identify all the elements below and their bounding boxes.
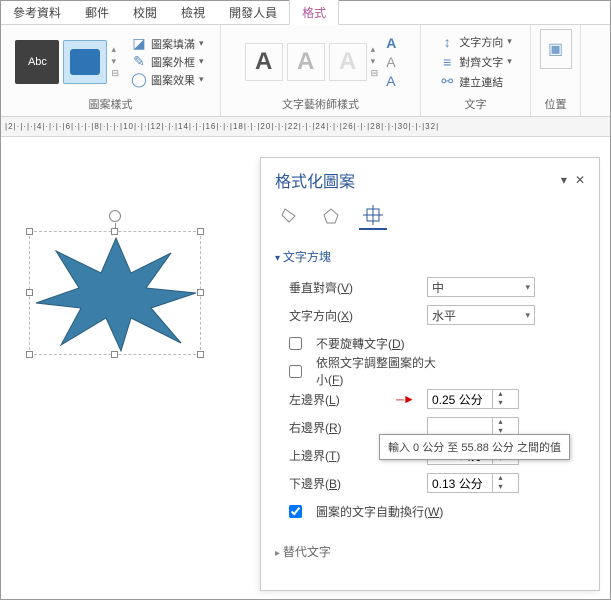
bottom-margin-input[interactable]	[428, 476, 492, 490]
text-effects-icon[interactable]: A	[386, 73, 396, 89]
group-label-wordart: 文字藝術師樣式	[282, 94, 359, 114]
effects-icon: ◯	[131, 72, 147, 88]
no-rotate-label: 不要旋轉文字(D)	[316, 335, 446, 352]
group-shape-styles: Abc ▴▾⊟ ◪圖案填滿▾ ✎圖案外框▾ ◯圖案效果▾ 圖案樣式	[1, 25, 221, 116]
group-label-position: 位置	[545, 94, 567, 114]
pane-close-button[interactable]: ✕	[575, 173, 585, 187]
pane-title: 格式化圖案	[275, 168, 355, 192]
ribbon-tabs: 參考資料 郵件 校閱 檢視 開發人員 格式	[1, 1, 610, 25]
wrap-text-label: 圖案的文字自動換行(W)	[316, 503, 446, 520]
pane-tab-layout[interactable]	[359, 202, 387, 230]
pane-menu-button[interactable]: ▾	[561, 173, 567, 187]
pencil-icon: ✎	[131, 54, 147, 70]
right-margin-label: 右邊界(R)	[289, 419, 419, 436]
size-icon	[363, 205, 383, 225]
chevron-down-icon: ▾	[199, 38, 204, 49]
annotation-arrow-icon: ····►	[395, 392, 413, 406]
wrap-text-checkbox[interactable]	[289, 505, 302, 518]
right-margin-input[interactable]	[428, 420, 492, 434]
text-direction-icon: ↕	[439, 34, 455, 50]
tab-review[interactable]: 校閱	[121, 0, 169, 24]
document-canvas[interactable]: 格式化圖案 ▾ ✕ 文字方塊 垂直對齊(V) 中▾ 文字方向(X) 水平▾	[1, 137, 610, 599]
group-label-shape-styles: 圖案樣式	[89, 94, 133, 114]
section-textbox[interactable]: 文字方塊	[275, 244, 585, 269]
create-link-button[interactable]: ⚯建立連結	[437, 73, 505, 91]
spin-down[interactable]: ▾	[493, 483, 508, 492]
pane-tab-fill[interactable]	[275, 202, 303, 230]
wordart-preset-1[interactable]: A	[245, 43, 283, 81]
text-outline-icon[interactable]: A	[386, 54, 396, 70]
bucket-icon	[279, 206, 299, 226]
text-direction-button[interactable]: ↕文字方向▾	[437, 33, 514, 51]
shape-fill-button[interactable]: ◪圖案填滿▾	[129, 35, 206, 53]
position-button[interactable]: ▣	[540, 29, 572, 69]
left-margin-spinner[interactable]: ▴▾	[427, 389, 519, 409]
chevron-down-icon: ▾	[199, 56, 204, 67]
group-text: ↕文字方向▾ ≡對齊文字▾ ⚯建立連結 文字	[421, 25, 531, 116]
tab-format[interactable]: 格式	[289, 0, 339, 25]
tab-mailings[interactable]: 郵件	[73, 0, 121, 24]
bottom-margin-spinner[interactable]: ▴▾	[427, 473, 519, 493]
wordart-preset-2[interactable]: A	[287, 43, 325, 81]
shape-style-gallery-more[interactable]: ▴▾⊟	[111, 44, 119, 79]
resize-to-fit-label: 依照文字調整圖案的大小(F)	[316, 354, 446, 388]
spin-down[interactable]: ▾	[493, 399, 508, 408]
selected-shape[interactable]	[29, 231, 201, 355]
chevron-down-icon: ▾	[199, 74, 204, 85]
resize-to-fit-checkbox[interactable]	[289, 365, 302, 378]
align-text-button[interactable]: ≡對齊文字▾	[437, 53, 514, 71]
chevron-down-icon: ▾	[525, 282, 530, 293]
shape-preview-icon	[70, 49, 100, 75]
bucket-icon: ◪	[131, 36, 147, 52]
no-rotate-checkbox[interactable]	[289, 337, 302, 350]
valign-label: 垂直對齊(V)	[289, 279, 419, 296]
shape-style-preset-2[interactable]	[63, 40, 107, 84]
group-label-text: 文字	[465, 94, 487, 114]
rotation-handle[interactable]	[109, 210, 121, 222]
wordart-gallery-more[interactable]: ▴▾⊟	[371, 44, 379, 79]
shape-outline-button[interactable]: ✎圖案外框▾	[129, 53, 206, 71]
shape-effects-button[interactable]: ◯圖案效果▾	[129, 71, 206, 89]
section-alt-text[interactable]: 替代文字	[275, 539, 585, 564]
tab-view[interactable]: 檢視	[169, 0, 217, 24]
valign-select[interactable]: 中▾	[427, 277, 535, 297]
shape-style-preset-1[interactable]: Abc	[15, 40, 59, 84]
explosion-shape-icon	[31, 233, 201, 353]
format-shape-pane: 格式化圖案 ▾ ✕ 文字方塊 垂直對齊(V) 中▾ 文字方向(X) 水平▾	[260, 157, 600, 591]
pane-tab-effects[interactable]	[317, 202, 345, 230]
bottom-margin-label: 下邊界(B)	[289, 475, 419, 492]
tab-references[interactable]: 參考資料	[1, 0, 73, 24]
left-margin-input[interactable]	[428, 392, 492, 406]
text-direction-label: 文字方向(X)	[289, 307, 419, 324]
pane-category-tabs	[275, 202, 585, 230]
group-arrange: ▣ 位置	[531, 25, 581, 116]
text-direction-select[interactable]: 水平▾	[427, 305, 535, 325]
wordart-gallery[interactable]: A A A	[245, 43, 367, 81]
chevron-down-icon: ▾	[525, 310, 530, 321]
pentagon-icon	[321, 206, 341, 226]
wordart-preset-3[interactable]: A	[329, 43, 367, 81]
align-text-icon: ≡	[439, 54, 455, 70]
textbox-options: 垂直對齊(V) 中▾ 文字方向(X) 水平▾ 不要旋轉文字(D) 依照文字調整圖…	[275, 269, 585, 533]
validation-tooltip: 輸入 0 公分 至 55.88 公分 之間的值	[379, 434, 570, 460]
link-icon: ⚯	[439, 74, 455, 90]
ribbon: Abc ▴▾⊟ ◪圖案填滿▾ ✎圖案外框▾ ◯圖案效果▾ 圖案樣式 A A A …	[1, 25, 610, 117]
text-fill-icon[interactable]: A	[386, 35, 396, 51]
tab-developer[interactable]: 開發人員	[217, 0, 289, 24]
position-icon: ▣	[548, 39, 563, 59]
horizontal-ruler[interactable]: |2|·|·|·|4|·|·|·|6|·|·|·|8|·|·|·|10|·|·|…	[1, 117, 610, 137]
group-wordart: A A A ▴▾⊟ A A A 文字藝術師樣式	[221, 25, 421, 116]
